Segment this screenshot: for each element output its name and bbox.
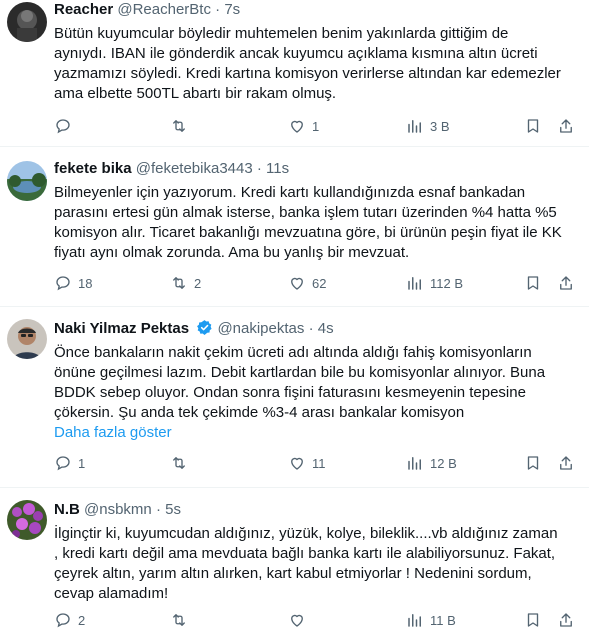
user-handle[interactable]: @nsbkmn	[84, 501, 152, 518]
timeline-feed: Reacher @ReacherBtc · 7s Bütün kuyumcula…	[0, 0, 589, 643]
retweet-button[interactable]	[170, 610, 194, 630]
avatar[interactable]	[7, 2, 47, 42]
share-button[interactable]	[557, 116, 575, 136]
tweet-actions: 2 11 B	[54, 610, 577, 630]
like-count: 1	[312, 118, 320, 134]
share-icon	[560, 119, 572, 133]
like-icon	[291, 277, 303, 290]
bookmark-icon	[527, 276, 539, 290]
separator-dot: ·	[308, 320, 314, 337]
reply-icon	[56, 613, 70, 628]
display-name[interactable]: Naki Yilmaz Pektas	[54, 320, 189, 337]
share-icon	[560, 613, 572, 627]
like-count: 62	[312, 275, 327, 291]
share-button[interactable]	[557, 273, 575, 293]
separator-dot: ·	[256, 160, 262, 177]
retweet-button[interactable]	[170, 453, 194, 473]
timestamp[interactable]: 5s	[165, 501, 181, 518]
show-more-link[interactable]: Daha fazla göster	[54, 423, 577, 443]
views-count: 112 B	[430, 275, 464, 291]
like-button[interactable]: 62	[288, 273, 326, 293]
tweet-actions: 18 2 62 112 B	[54, 273, 577, 293]
views-icon	[408, 277, 421, 290]
views-icon	[408, 120, 421, 133]
display-name[interactable]: N.B	[54, 501, 80, 518]
avatar[interactable]	[7, 500, 47, 540]
separator-dot: ·	[215, 1, 221, 18]
tweet-reacher[interactable]: Reacher @ReacherBtc · 7s Bütün kuyumcula…	[0, 0, 589, 147]
views-icon	[408, 457, 421, 470]
like-icon	[291, 457, 303, 470]
separator-dot: ·	[155, 501, 161, 518]
tweet-text: Bütün kuyumcular böyledir muhtemelen ben…	[54, 25, 561, 102]
tweet-header: N.B @nsbkmn · 5s	[54, 500, 577, 520]
tweet-nakipektas[interactable]: Naki Yilmaz Pektas @nakipektas · 4s Önce…	[0, 307, 589, 488]
tweet-text: Önce bankaların nakit çekim ücreti adı a…	[54, 344, 546, 421]
tweet-text: İlginçtir ki, kuyumcudan aldığınız, yüzü…	[54, 525, 558, 602]
share-icon	[560, 456, 572, 470]
retweet-icon	[173, 120, 185, 132]
reply-icon	[56, 456, 70, 471]
like-button[interactable]: 11	[288, 453, 326, 473]
views-button[interactable]: 3 B	[406, 116, 450, 136]
tweet-header: Reacher @ReacherBtc · 7s	[54, 0, 577, 20]
retweet-button[interactable]: 2	[170, 273, 201, 293]
display-name[interactable]: Reacher	[54, 1, 113, 18]
retweet-icon	[173, 277, 185, 289]
views-count: 3 B	[430, 118, 450, 134]
like-count: 11	[312, 455, 326, 471]
tweet-header: Naki Yilmaz Pektas @nakipektas · 4s	[54, 319, 577, 339]
reply-count: 2	[78, 612, 86, 628]
share-icon	[560, 276, 572, 290]
views-count: 12 B	[430, 455, 457, 471]
bookmark-icon	[527, 119, 539, 133]
bookmark-button[interactable]	[524, 116, 542, 136]
retweet-icon	[173, 457, 185, 469]
timestamp[interactable]: 11s	[266, 160, 289, 177]
like-icon	[291, 614, 303, 627]
avatar[interactable]	[7, 319, 47, 359]
reply-button[interactable]	[54, 116, 78, 136]
like-button[interactable]	[288, 610, 312, 630]
like-icon	[291, 120, 303, 133]
user-handle[interactable]: @nakipektas	[217, 320, 304, 337]
reply-icon	[56, 276, 70, 291]
verified-badge-icon[interactable]	[196, 319, 213, 336]
retweet-icon	[173, 614, 185, 626]
timestamp[interactable]: 7s	[224, 1, 240, 18]
bookmark-button[interactable]	[524, 610, 542, 630]
views-icon	[408, 614, 421, 627]
views-button[interactable]: 11 B	[406, 610, 456, 630]
share-button[interactable]	[557, 610, 575, 630]
bookmark-icon	[527, 456, 539, 470]
tweet-text: Bilmeyenler için yazıyorum. Kredi kartı …	[54, 184, 562, 261]
views-button[interactable]: 112 B	[406, 273, 463, 293]
avatar[interactable]	[7, 161, 47, 201]
retweet-count: 2	[194, 275, 202, 291]
display-name[interactable]: fekete bika	[54, 160, 132, 177]
bookmark-button[interactable]	[524, 453, 542, 473]
views-count: 11 B	[430, 612, 456, 628]
share-button[interactable]	[557, 453, 575, 473]
user-handle[interactable]: @ReacherBtc	[117, 1, 211, 18]
views-button[interactable]: 12 B	[406, 453, 457, 473]
reply-button[interactable]: 2	[54, 610, 85, 630]
tweet-actions: 1 11 12 B	[54, 453, 577, 473]
user-handle[interactable]: @feketebika3443	[136, 160, 253, 177]
reply-icon	[56, 119, 70, 134]
tweet-actions: 1 3 B	[54, 116, 577, 136]
bookmark-icon	[527, 613, 539, 627]
reply-count: 18	[78, 275, 93, 291]
bookmark-button[interactable]	[524, 273, 542, 293]
tweet-nsbkmn[interactable]: N.B @nsbkmn · 5s İlginçtir ki, kuyumcuda…	[0, 488, 589, 643]
like-button[interactable]: 1	[288, 116, 319, 136]
timestamp[interactable]: 4s	[318, 320, 334, 337]
tweet-header: fekete bika @feketebika3443 · 11s	[54, 159, 577, 179]
retweet-button[interactable]	[170, 116, 194, 136]
tweet-feketebika[interactable]: fekete bika @feketebika3443 · 11s Bilmey…	[0, 147, 589, 307]
reply-count: 1	[78, 455, 86, 471]
reply-button[interactable]: 1	[54, 453, 85, 473]
reply-button[interactable]: 18	[54, 273, 92, 293]
